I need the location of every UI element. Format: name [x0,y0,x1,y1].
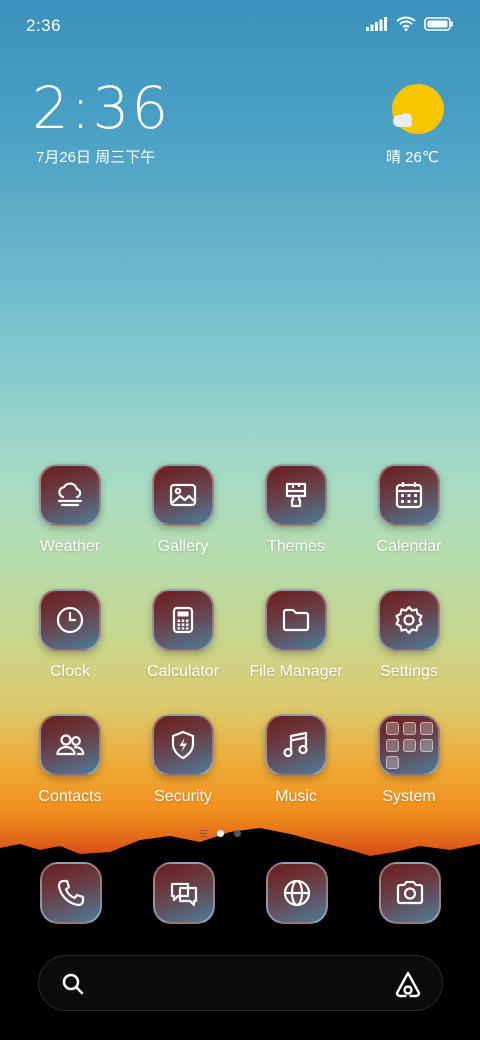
app-tile[interactable] [39,589,101,651]
app-tile[interactable] [265,589,327,651]
app-label: Weather [39,538,101,555]
dock-camera[interactable] [379,862,441,924]
app-system-folder[interactable]: System [353,714,465,806]
search-icon[interactable] [61,972,85,996]
camera-icon [396,880,424,905]
folder-mini-app [385,721,399,735]
app-tile[interactable] [265,464,327,526]
app-tile[interactable] [378,589,440,651]
dock-browser[interactable] [266,862,328,924]
phone-icon [57,879,85,907]
contacts-icon [56,734,85,756]
status-bar: 2:36 [0,0,480,50]
app-label: Calculator [146,663,220,680]
app-clock[interactable]: Clock [14,589,126,681]
shield-icon [171,730,195,760]
app-tile[interactable] [265,714,327,776]
app-label: Contacts [38,788,102,805]
brush-icon [285,482,307,508]
page-indicator[interactable] [200,830,241,837]
app-file-manager[interactable]: File Manager [240,589,352,681]
folder-mini-app [385,738,399,752]
status-icons [366,16,454,31]
app-tile[interactable] [152,714,214,776]
gear-icon [395,605,423,635]
app-tile[interactable] [39,714,101,776]
app-security[interactable]: Security [127,714,239,806]
messages-icon [170,882,198,907]
search-bar[interactable] [38,955,443,1011]
weather-icon [57,482,83,507]
status-time: 2:36 [26,16,62,35]
folder-icon [282,608,310,632]
app-music[interactable]: Music [240,714,352,806]
app-weather[interactable]: Weather [14,464,126,556]
app-calendar[interactable]: Calendar [353,464,465,556]
app-tile[interactable] [40,862,102,924]
gallery-icon [169,483,197,507]
app-label: Gallery [157,538,209,555]
music-icon [283,731,308,758]
weather-text[interactable]: 晴 26℃ [386,146,439,167]
page-dot [234,830,241,837]
app-calculator[interactable]: Calculator [127,589,239,681]
app-label: Settings [380,663,438,680]
app-settings[interactable]: Settings [353,589,465,681]
app-tile[interactable] [266,862,328,924]
app-themes[interactable]: Themes [240,464,352,556]
app-tile[interactable] [39,464,101,526]
page-dot-active [217,830,224,837]
app-tile[interactable] [153,862,215,924]
app-contacts[interactable]: Contacts [14,714,126,806]
clock-widget-date[interactable]: 7月26日 周三下午 [36,146,155,167]
app-tile[interactable] [379,862,441,924]
dock-messages[interactable] [153,862,215,924]
calculator-icon [172,606,194,634]
app-tile[interactable] [152,589,214,651]
app-label: Music [275,788,317,805]
folder-mini-app [385,755,399,769]
battery-icon [424,16,453,31]
page-list-icon [200,830,207,837]
wifi-icon [396,16,416,31]
app-label: Themes [267,538,325,555]
dock-phone[interactable] [40,862,102,924]
assistant-icon[interactable] [394,970,422,998]
clock-icon [56,606,84,634]
folder-mini-app [402,721,416,735]
app-label: File Manager [249,663,343,680]
app-tile[interactable] [378,464,440,526]
app-label: Calendar [376,538,442,555]
browser-icon [283,879,311,907]
calendar-icon [395,482,423,509]
signal-icon [366,16,387,31]
folder-grid-icon [385,721,433,769]
folder-mini-app [402,738,416,752]
app-label: Clock [49,663,90,680]
app-tile[interactable] [152,464,214,526]
app-gallery[interactable]: Gallery [127,464,239,556]
app-tile[interactable] [378,714,440,776]
app-label: Security [154,788,212,805]
clock-widget-time[interactable]: 2:36 [32,76,170,140]
app-label: System [382,788,436,805]
cloud-icon [393,113,412,127]
folder-mini-app [419,738,433,752]
folder-mini-app [419,721,433,735]
